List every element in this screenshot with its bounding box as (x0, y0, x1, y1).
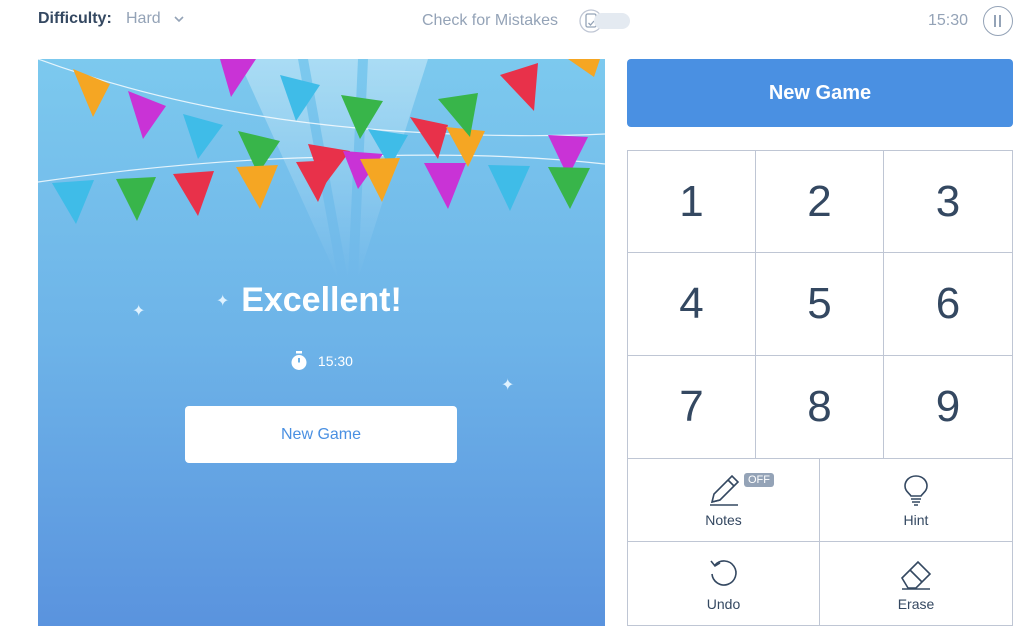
timer-display: 15:30 (928, 12, 969, 29)
numpad-7[interactable]: 7 (628, 355, 756, 458)
bunting-decoration (38, 59, 605, 279)
undo-button[interactable]: Undo (628, 542, 820, 625)
difficulty-label: Difficulty: (38, 10, 112, 27)
hint-label: Hint (903, 512, 929, 528)
notes-button[interactable]: OFF Notes (628, 459, 820, 542)
notes-status-badge: OFF (744, 473, 774, 487)
game-board-overlay: ✦ ✦ ✦ Excellent! 15:30 New Game (38, 59, 605, 626)
check-mistakes-label: Check for Mistakes (422, 12, 559, 29)
numpad-9[interactable]: 9 (884, 356, 1012, 458)
pause-button[interactable] (983, 6, 1013, 36)
tool-panel: OFF Notes Hint Undo Erase (627, 458, 1013, 626)
pencil-icon (709, 474, 739, 506)
win-time: 15:30 (38, 351, 605, 371)
win-title: Excellent! (241, 281, 402, 319)
numpad-1[interactable]: 1 (628, 151, 756, 254)
check-mistakes-toggle[interactable] (594, 13, 630, 29)
numpad-3[interactable]: 3 (884, 151, 1012, 254)
hint-button[interactable]: Hint (820, 459, 1012, 542)
numpad-8[interactable]: 8 (756, 355, 884, 458)
overlay-new-game-button[interactable]: New Game (185, 406, 457, 463)
stopwatch-icon (291, 351, 307, 370)
numpad-4[interactable]: 4 (628, 253, 756, 356)
undo-icon (709, 559, 737, 586)
numpad-6[interactable]: 6 (884, 253, 1012, 356)
win-time-value: 15:30 (317, 353, 353, 369)
sparkle-icon: ✦ (501, 377, 515, 394)
chevron-down-icon[interactable] (172, 12, 186, 26)
notes-label: Notes (705, 512, 742, 528)
new-game-button[interactable]: New Game (627, 59, 1013, 127)
lightbulb-icon (904, 475, 928, 506)
numpad-5[interactable]: 5 (756, 253, 884, 356)
number-pad: 1 2 3 4 5 6 7 8 9 (627, 150, 1013, 459)
numpad-2[interactable]: 2 (756, 151, 884, 254)
difficulty-dropdown[interactable]: Hard (126, 10, 161, 28)
erase-label: Erase (897, 595, 935, 612)
erase-button[interactable]: Erase (820, 542, 1012, 625)
undo-label: Undo (706, 595, 741, 612)
eraser-icon (900, 560, 932, 590)
top-bar: Difficulty: Hard Check for Mistakes 15:3… (0, 0, 1024, 44)
